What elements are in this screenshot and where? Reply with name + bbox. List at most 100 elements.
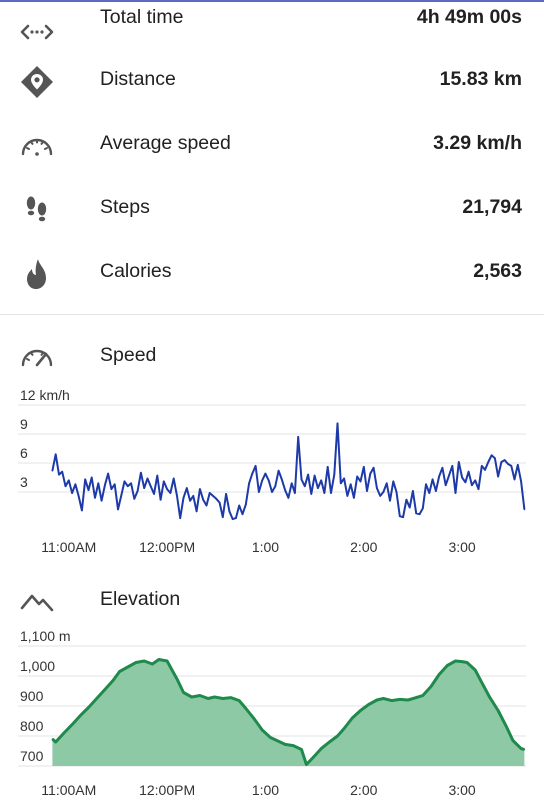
x-tick-label: 12:00PM [139, 539, 195, 555]
data-point [395, 491, 398, 493]
data-point [276, 739, 278, 742]
y-tick-label: 9 [20, 416, 28, 432]
data-point [127, 485, 129, 487]
data-point [172, 477, 175, 480]
data-point [328, 741, 331, 743]
data-point [363, 466, 365, 468]
data-point [359, 480, 362, 483]
elevation-chart: 1,100 m 1,000 900 800 700 11:00AM 12:00PM 1:00 2… [0, 628, 544, 800]
data-point [317, 487, 319, 489]
route-arrows-icon [20, 24, 54, 40]
data-point [158, 658, 160, 661]
x-tick-label: 11:00AM [41, 782, 96, 798]
elevation-chart-svg: 1,100 m 1,000 900 800 700 11:00AM 12:00PM 1:00 2… [18, 628, 526, 798]
data-point [503, 459, 506, 461]
data-point [351, 717, 354, 719]
data-point [399, 698, 401, 701]
data-point [451, 465, 454, 467]
data-point [135, 661, 137, 664]
data-point [471, 484, 473, 486]
speed-section-header: Speed [0, 336, 544, 376]
data-point [120, 495, 122, 497]
data-point [284, 743, 286, 746]
data-point [379, 495, 382, 497]
data-point [202, 498, 204, 501]
data-point [441, 467, 444, 469]
stat-label: Average speed [100, 132, 231, 154]
data-point [269, 736, 272, 739]
data-point [81, 509, 83, 512]
data-point [428, 492, 431, 494]
data-point [277, 469, 280, 472]
data-point [110, 488, 113, 490]
data-point [166, 660, 168, 662]
data-point [359, 709, 362, 712]
data-point [454, 492, 457, 494]
data-point [438, 673, 440, 676]
data-point [422, 694, 424, 697]
data-point [212, 495, 214, 497]
y-tick-label: 6 [20, 445, 28, 461]
data-point [481, 681, 483, 684]
data-point [156, 474, 159, 477]
data-point [130, 482, 132, 485]
data-point [182, 691, 185, 694]
stat-value: 21,794 [462, 196, 522, 218]
location-pin-icon [21, 66, 53, 98]
data-point [190, 696, 193, 698]
data-point [399, 515, 401, 517]
data-point [408, 506, 411, 509]
speed-chart: 12 km/h 9 6 3 11:00AM 12:00PM 1:00 2:00 3:00 [0, 385, 544, 560]
data-point [330, 492, 332, 494]
data-point [512, 739, 514, 742]
data-point [61, 470, 63, 473]
data-point [107, 472, 109, 475]
data-point [405, 498, 408, 501]
data-point [253, 717, 255, 720]
data-point [336, 735, 339, 737]
data-point [238, 504, 240, 507]
data-point [297, 436, 300, 438]
data-point [510, 465, 513, 467]
data-point [230, 696, 232, 699]
data-point [166, 488, 168, 490]
data-point [425, 483, 427, 486]
data-point [241, 513, 244, 515]
data-point [235, 517, 237, 519]
data-point [84, 478, 86, 481]
data-point [199, 694, 201, 697]
data-point [464, 481, 467, 484]
data-point [353, 497, 355, 499]
x-tick-label: 12:00PM [139, 782, 195, 798]
data-point [304, 485, 306, 487]
data-point [245, 503, 247, 506]
data-point [490, 454, 493, 457]
data-point [520, 480, 522, 483]
data-point [336, 422, 339, 425]
data-point [481, 465, 483, 467]
data-point [79, 714, 82, 717]
data-point [356, 475, 359, 478]
data-point [467, 470, 470, 473]
data-point [87, 706, 90, 709]
data-point [513, 478, 516, 481]
data-point [287, 497, 290, 499]
data-point [517, 464, 519, 466]
stat-value: 15.83 km [439, 68, 522, 90]
data-point [313, 474, 316, 477]
data-point [300, 478, 303, 481]
data-point [258, 491, 260, 493]
mountain-icon [20, 594, 54, 612]
data-point [261, 729, 264, 731]
speedometer-icon [21, 138, 53, 156]
data-point [97, 482, 100, 485]
data-point [497, 709, 499, 712]
data-point [446, 664, 449, 667]
data-point [143, 660, 145, 662]
data-point [320, 747, 323, 750]
data-point [118, 670, 121, 673]
speed-line [51, 422, 526, 521]
speed-chart-svg: 12 km/h 9 6 3 11:00AM 12:00PM 1:00 2:00 3:00 [18, 387, 526, 555]
data-point [497, 475, 499, 478]
data-point [225, 493, 227, 495]
